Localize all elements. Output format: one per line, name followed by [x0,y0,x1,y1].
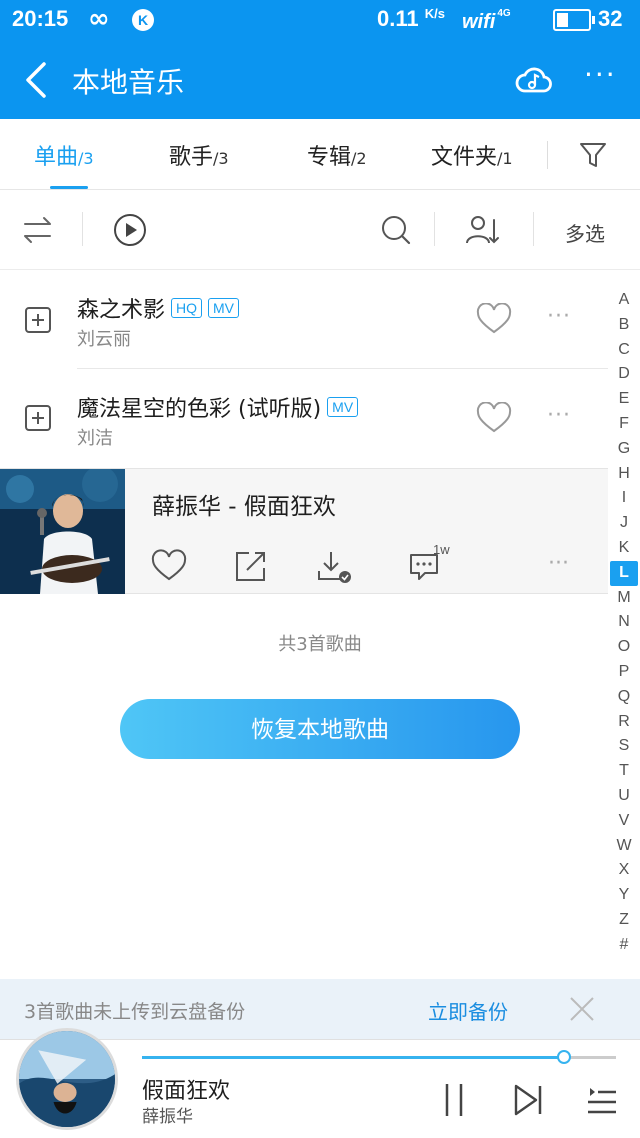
player-song-title: 假面狂欢 [142,1079,231,1104]
divider [547,141,548,169]
index-letter[interactable]: G [608,437,640,462]
index-letter[interactable]: E [608,387,640,412]
status-time: 20:15 [12,6,69,31]
list-toolbar: 多选 [0,190,640,270]
app-header: 本地音乐 ··· [0,42,640,119]
backup-message: 3首歌曲未上传到云盘备份 [24,1001,246,1023]
sort-by-artist-icon[interactable] [464,212,500,248]
speed-unit: K/s [424,6,445,21]
index-letter[interactable]: C [608,338,640,363]
song-more-icon[interactable]: ··· [548,551,569,576]
k-app-icon: K [132,9,154,31]
status-bar: 20:15 ∞ K 0.11 K/s wifi 4G 32 [0,0,640,42]
index-letter[interactable]: D [608,362,640,387]
tab-songs[interactable]: 单曲/3 [34,139,94,171]
player-artist: 薛振华 [142,1107,193,1127]
pause-icon[interactable] [437,1080,473,1120]
share-icon[interactable] [233,549,269,583]
index-letter[interactable]: L [610,560,638,586]
mini-player[interactable]: 假面狂欢 薛振华 [0,1028,640,1138]
search-icon[interactable] [378,212,414,248]
index-letter[interactable]: O [608,635,640,660]
play-all-icon[interactable] [112,212,148,248]
filter-icon[interactable] [578,139,608,171]
index-letter[interactable]: S [608,734,640,759]
shuffle-order-icon[interactable] [20,212,56,248]
playlist-icon[interactable] [584,1080,620,1120]
index-letter[interactable]: T [608,759,640,784]
index-letter[interactable]: # [608,933,640,958]
song-title: 魔法星空的色彩 (试听版) MV [77,391,359,423]
battery-icon [553,9,595,31]
progress-knob[interactable] [556,1050,571,1064]
index-letter[interactable]: X [608,858,640,883]
network-type: 4G [497,8,511,19]
index-letter[interactable]: F [608,412,640,437]
hq-badge: HQ [171,298,203,318]
index-letter[interactable]: V [608,809,640,834]
now-playing-title: 薛振华 - 假面狂欢 [152,494,336,520]
index-letter[interactable]: A [608,288,640,313]
heart-icon[interactable] [151,549,187,583]
tab-albums[interactable]: 专辑/2 [307,139,367,171]
index-letter[interactable]: Z [608,908,640,933]
alphabet-index[interactable]: A B C D E F G H I J K L M N O P Q R S T U V W X Y Z # [608,288,640,958]
index-letter[interactable]: N [608,610,640,635]
index-letter[interactable]: B [608,313,640,338]
infinity-icon: ∞ [88,4,110,34]
now-playing-row[interactable]: 薛振华 - 假面狂欢 1w ··· [0,468,608,594]
multi-select-button[interactable]: 多选 [565,218,605,247]
tab-folders[interactable]: 文件夹/1 [431,139,513,171]
index-letter[interactable]: I [608,486,640,511]
cloud-music-icon[interactable] [514,60,554,100]
category-tabs: 单曲/3 歌手/3 专辑/2 文件夹/1 [0,119,640,190]
add-to-playlist-icon[interactable] [25,307,51,333]
backup-now-button[interactable]: 立即备份 [428,996,508,1025]
index-letter[interactable]: W [608,834,640,859]
wifi-icon: wifi 4G [462,8,511,33]
index-letter[interactable]: P [608,660,640,685]
divider [533,212,534,246]
index-letter[interactable]: Y [608,883,640,908]
album-cover[interactable] [0,469,125,594]
divider [82,212,83,246]
progress-bar[interactable] [142,1050,616,1064]
restore-local-songs-button[interactable]: 恢复本地歌曲 [120,699,520,759]
close-icon[interactable] [568,995,596,1023]
song-row[interactable]: 魔法星空的色彩 (试听版) MV 刘洁 ··· [0,369,608,467]
index-letter[interactable]: Q [608,685,640,710]
player-album-art[interactable] [16,1028,118,1130]
progress-fill [142,1056,564,1059]
song-artist: 刘云丽 [77,329,131,350]
heart-icon[interactable] [476,303,512,335]
mv-badge[interactable]: MV [327,397,359,417]
page-title: 本地音乐 [72,66,185,99]
back-arrow-icon[interactable] [20,60,54,100]
index-letter[interactable]: U [608,784,640,809]
downloaded-icon[interactable] [316,549,352,583]
song-total: 共3首歌曲 [278,634,362,655]
more-menu-icon[interactable]: ··· [584,58,617,91]
mv-badge[interactable]: MV [208,298,240,318]
song-artist: 刘洁 [77,428,113,449]
heart-icon[interactable] [476,402,512,434]
song-title: 森之术影 HQ MV [77,292,240,324]
song-row[interactable]: 森之术影 HQ MV 刘云丽 ··· [0,270,608,368]
battery-level: 32 [598,6,623,31]
index-letter[interactable]: K [608,536,640,561]
network-speed: 0.11 K/s [377,6,445,31]
next-track-icon[interactable] [510,1080,546,1120]
index-letter[interactable]: J [608,511,640,536]
backup-banner: 3首歌曲未上传到云盘备份 立即备份 [0,979,640,1039]
divider [434,212,435,246]
tab-artists[interactable]: 歌手/3 [169,139,229,171]
active-tab-indicator [50,186,88,189]
comment-count: 1w [433,542,450,557]
index-letter[interactable]: H [608,462,640,487]
index-letter[interactable]: M [608,586,640,611]
add-to-playlist-icon[interactable] [25,405,51,431]
song-more-icon[interactable]: ··· [547,304,571,329]
index-letter[interactable]: R [608,710,640,735]
song-more-icon[interactable]: ··· [547,403,571,428]
